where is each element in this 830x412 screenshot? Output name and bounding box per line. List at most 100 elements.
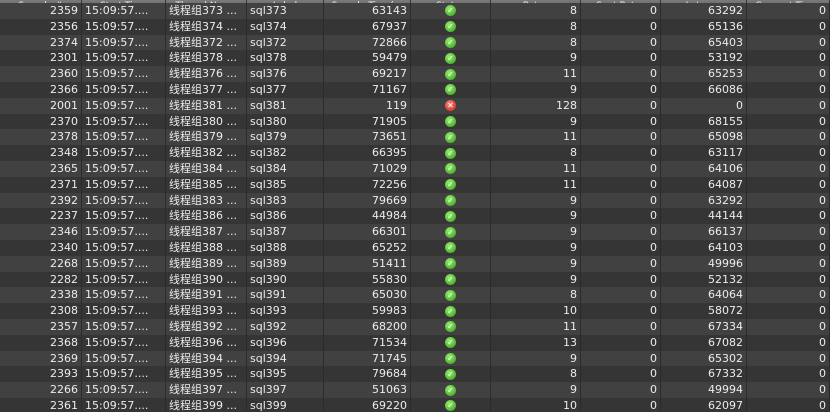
- latency-cell: 64103: [661, 239, 747, 256]
- sample-cell: 2301: [0, 50, 82, 67]
- sent-bytes-cell: 0: [581, 66, 661, 82]
- table-row[interactable]: 2366 15:09:57.... 线程组377 ... sql377 71167 ✓ 9 0…: [0, 81, 830, 98]
- sent-bytes-cell: 0: [581, 255, 661, 272]
- table-row[interactable]: 2361 15:09:57.... 线程组399 ... sql399 69220 ✓ 10…: [0, 397, 830, 412]
- label-cell: sql385: [247, 176, 324, 193]
- sent-bytes-cell: 0: [581, 81, 661, 98]
- table-row[interactable]: 2301 15:09:57.... 线程组378 ... sql378 59479 ✓ 9 0…: [0, 50, 830, 67]
- table-row[interactable]: 2365 15:09:57.... 线程组384 ... sql384 71029 ✓ 11…: [0, 160, 830, 177]
- check-icon: ✓: [445, 147, 456, 159]
- thread-name-cell: 线程组397 ...: [166, 382, 247, 398]
- table-row[interactable]: 2266 15:09:57.... 线程组397 ... sql397 51063 ✓ 9 0…: [0, 382, 830, 398]
- status-cell: ✓: [411, 271, 491, 288]
- bytes-cell: 11: [491, 129, 581, 146]
- sample-time-cell: 71029: [324, 160, 411, 177]
- label-cell: sql396: [247, 334, 324, 351]
- sample-time-cell: 69217: [324, 66, 411, 82]
- table-row[interactable]: 2338 15:09:57.... 线程组391 ... sql391 65030 ✓ 8 0…: [0, 287, 830, 304]
- table-row[interactable]: 2392 15:09:57.... 线程组383 ... sql383 79669 ✓ 9 0…: [0, 192, 830, 209]
- bytes-cell: 9: [491, 255, 581, 272]
- thread-name-cell: 线程组387 ...: [166, 224, 247, 240]
- table-row[interactable]: 2001 15:09:57.... 线程组381 ... sql381 119 ✕ 128 0…: [0, 97, 830, 114]
- sample-time-cell: 71905: [324, 113, 411, 130]
- bytes-cell: 9: [491, 192, 581, 209]
- connect-time-cell: 0: [747, 287, 830, 304]
- thread-name-cell: 线程组385 ...: [166, 176, 247, 193]
- connect-time-cell: 0: [747, 160, 830, 177]
- sample-cell: 2361: [0, 397, 82, 412]
- thread-name-cell: 线程组386 ...: [166, 208, 247, 225]
- latency-cell: 63117: [661, 145, 747, 161]
- table-row[interactable]: 2282 15:09:57.... 线程组390 ... sql390 55830 ✓ 9 0…: [0, 271, 830, 288]
- sample-cell: 2360: [0, 66, 82, 82]
- status-cell: ✓: [411, 318, 491, 335]
- table-row-partial[interactable]: 2359 15:09:57.... 线程组373 ... sql373 63143 ✓ 8 0…: [0, 3, 830, 19]
- thread-name-cell: 线程组378 ...: [166, 50, 247, 67]
- latency-cell: 44144: [661, 208, 747, 225]
- sample-cell: 2340: [0, 239, 82, 256]
- sample-cell: 2366: [0, 81, 82, 98]
- label-cell: sql381: [247, 97, 324, 114]
- table-row[interactable]: 2348 15:09:57.... 线程组382 ... sql382 66395 ✓ 8 0…: [0, 145, 830, 161]
- start-time-cell: 15:09:57....: [82, 239, 166, 256]
- label-cell: sql380: [247, 113, 324, 130]
- table-row[interactable]: 2268 15:09:57.... 线程组389 ... sql389 51411 ✓ 9 0…: [0, 255, 830, 272]
- bytes-cell: 10: [491, 303, 581, 319]
- bytes-cell: 8: [491, 18, 581, 35]
- results-table: Sample # Start Time Thread Name Label Sa…: [0, 0, 830, 412]
- table-row[interactable]: 2237 15:09:57.... 线程组386 ... sql386 44984 ✓ 9 0…: [0, 208, 830, 225]
- table-row[interactable]: 2340 15:09:57.... 线程组388 ... sql388 65252 ✓ 9 0…: [0, 239, 830, 256]
- status-cell: ✓: [411, 3, 491, 19]
- bytes-cell: 11: [491, 176, 581, 193]
- thread-name-cell: 线程组388 ...: [166, 239, 247, 256]
- table-row[interactable]: 2369 15:09:57.... 线程组394 ... sql394 71745 ✓ 9 0…: [0, 350, 830, 367]
- label-cell: sql388: [247, 239, 324, 256]
- thread-name-cell: 线程组372 ...: [166, 34, 247, 51]
- check-icon: ✓: [445, 321, 456, 333]
- table-row[interactable]: 2360 15:09:57.... 线程组376 ... sql376 69217 ✓ 11…: [0, 66, 830, 82]
- connect-time-cell: 0: [747, 350, 830, 367]
- start-time-cell: 15:09:57....: [82, 255, 166, 272]
- sample-time-cell: 66395: [324, 145, 411, 161]
- label-cell: sql397: [247, 382, 324, 398]
- bytes-cell: 9: [491, 382, 581, 398]
- start-time-cell: 15:09:57....: [82, 224, 166, 240]
- table-row[interactable]: 2378 15:09:57.... 线程组379 ... sql379 73651 ✓ 11…: [0, 129, 830, 146]
- latency-cell: 58072: [661, 303, 747, 319]
- sample-cell: 2369: [0, 350, 82, 367]
- sent-bytes-cell: 0: [581, 366, 661, 383]
- sample-cell: 2357: [0, 318, 82, 335]
- table-row[interactable]: 2368 15:09:57.... 线程组396 ... sql396 71534 ✓ 13…: [0, 334, 830, 351]
- table-row[interactable]: 2371 15:09:57.... 线程组385 ... sql385 72256 ✓ 11…: [0, 176, 830, 193]
- status-cell: ✓: [411, 287, 491, 304]
- table-row[interactable]: 2357 15:09:57.... 线程组392 ... sql392 68200 ✓ 11…: [0, 318, 830, 335]
- table-row[interactable]: 2370 15:09:57.... 线程组380 ... sql380 71905 ✓ 9 0…: [0, 113, 830, 130]
- start-time-cell: 15:09:57....: [82, 303, 166, 319]
- latency-cell: 65098: [661, 129, 747, 146]
- sent-bytes-cell: 0: [581, 382, 661, 398]
- start-time-cell: 15:09:57....: [82, 18, 166, 35]
- table-row[interactable]: 2346 15:09:57.... 线程组387 ... sql387 66301 ✓ 9 0…: [0, 224, 830, 240]
- check-icon: ✓: [445, 242, 456, 254]
- table-row[interactable]: 2393 15:09:57.... 线程组395 ... sql395 79684 ✓ 8 0…: [0, 366, 830, 383]
- check-icon: ✓: [445, 36, 456, 48]
- check-icon: ✓: [445, 258, 456, 270]
- latency-cell: 64106: [661, 160, 747, 177]
- table-row[interactable]: 2374 15:09:57.... 线程组372 ... sql372 72866 ✓ 8 0…: [0, 34, 830, 51]
- table-row[interactable]: 2356 15:09:57.... 线程组374 ... sql374 67937 ✓ 8 0…: [0, 18, 830, 35]
- thread-name-cell: 线程组399 ...: [166, 397, 247, 412]
- check-icon: ✓: [445, 305, 456, 317]
- sent-bytes-cell: 0: [581, 208, 661, 225]
- table-row[interactable]: 2308 15:09:57.... 线程组393 ... sql393 59983 ✓ 10…: [0, 303, 830, 319]
- check-icon: ✓: [445, 115, 456, 127]
- bytes-cell: 13: [491, 334, 581, 351]
- connect-time-cell: 0: [747, 303, 830, 319]
- cell-2: 线程组373 ...: [166, 3, 247, 19]
- label-cell: sql392: [247, 318, 324, 335]
- label-cell: sql377: [247, 81, 324, 98]
- start-time-cell: 15:09:57....: [82, 287, 166, 304]
- cell-1: 15:09:57....: [82, 3, 166, 19]
- sample-cell: 2338: [0, 287, 82, 304]
- sample-cell: 2368: [0, 334, 82, 351]
- connect-time-cell: 0: [747, 34, 830, 51]
